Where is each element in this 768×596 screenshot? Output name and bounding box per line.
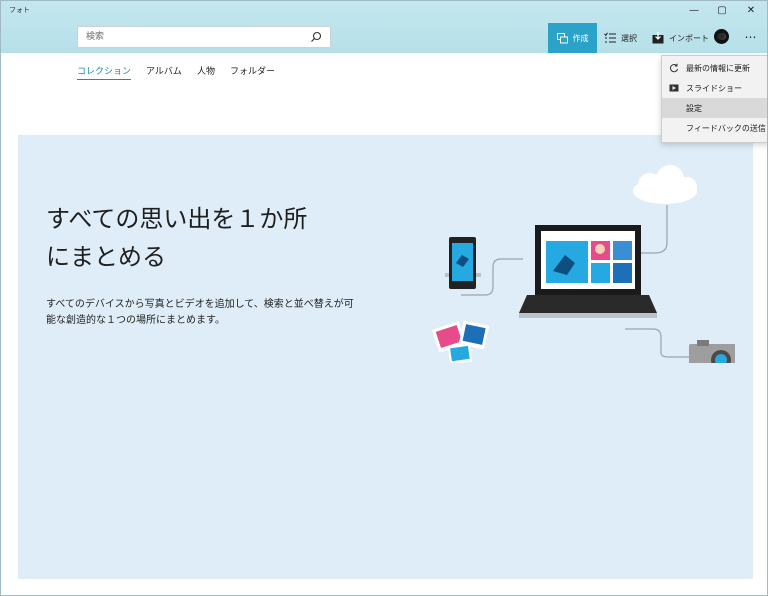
checklist-icon bbox=[604, 32, 616, 43]
more-options-menu: 最新の情報に更新 スライドショー 設定 フィードバックの送信 bbox=[661, 55, 767, 143]
cloud-icon bbox=[633, 165, 697, 204]
tab-albums[interactable]: アルバム bbox=[146, 64, 182, 80]
app-title: フォト bbox=[9, 6, 30, 14]
hero-description-line-2: 能な創造的な１つの場所にまとめます。 bbox=[46, 315, 225, 326]
menu-item-slideshow[interactable]: スライドショー bbox=[662, 78, 767, 98]
phone-icon bbox=[445, 237, 481, 289]
create-button[interactable]: 作成 bbox=[548, 23, 597, 53]
avatar[interactable] bbox=[714, 29, 729, 44]
search-input[interactable] bbox=[86, 30, 296, 44]
hero-title-line-2: にまとめる bbox=[46, 243, 166, 271]
import-button[interactable]: インポート bbox=[652, 23, 709, 53]
import-icon bbox=[652, 32, 664, 44]
devices-illustration bbox=[431, 165, 735, 363]
menu-item-label: 最新の情報に更新 bbox=[686, 64, 750, 73]
close-button[interactable]: ✕ bbox=[737, 3, 765, 19]
welcome-hero: すべての思い出を１か所 にまとめる すべてのデバイスから写真とビデオを追加して、… bbox=[18, 135, 753, 579]
hero-description: すべてのデバイスから写真とビデオを追加して、検索と並べ替えが可 能な創造的な１つ… bbox=[46, 297, 361, 329]
create-icon bbox=[556, 32, 568, 43]
menu-item-settings[interactable]: 設定 bbox=[662, 98, 767, 118]
hero-title-line-1: すべての思い出を１か所 bbox=[46, 205, 308, 233]
select-button[interactable]: 選択 bbox=[604, 23, 637, 53]
hero-description-line-1: すべてのデバイスから写真とビデオを追加して、検索と並べ替えが可 bbox=[46, 299, 354, 310]
more-options-button[interactable]: … bbox=[739, 28, 763, 45]
refresh-icon bbox=[670, 63, 679, 73]
tab-people[interactable]: 人物 bbox=[197, 64, 215, 80]
camera-icon bbox=[689, 340, 735, 363]
select-label: 選択 bbox=[621, 33, 637, 43]
hero-title: すべての思い出を１か所 にまとめる bbox=[46, 200, 366, 276]
menu-item-label: スライドショー bbox=[686, 84, 742, 93]
tab-collection[interactable]: コレクション bbox=[77, 64, 132, 80]
slideshow-icon bbox=[669, 84, 679, 92]
photo-prints-icon bbox=[431, 320, 490, 363]
collection-tabs: コレクション アルバム 人物 フォルダー bbox=[77, 64, 275, 80]
maximize-button[interactable]: ▢ bbox=[708, 3, 736, 19]
search-box[interactable] bbox=[77, 26, 331, 48]
title-bar: フォト — ▢ ✕ 作成 bbox=[1, 1, 767, 53]
import-label: インポート bbox=[669, 33, 709, 43]
tab-folders[interactable]: フォルダー bbox=[230, 64, 275, 80]
minimize-button[interactable]: — bbox=[680, 3, 708, 19]
menu-item-label: フィードバックの送信 bbox=[686, 124, 766, 133]
laptop-icon bbox=[519, 225, 657, 318]
search-icon[interactable] bbox=[310, 31, 322, 43]
photos-window: フォト — ▢ ✕ 作成 bbox=[0, 0, 768, 596]
create-label: 作成 bbox=[572, 33, 589, 43]
menu-item-send-feedback[interactable]: フィードバックの送信 bbox=[662, 118, 767, 138]
menu-item-refresh[interactable]: 最新の情報に更新 bbox=[662, 58, 767, 78]
menu-item-label: 設定 bbox=[686, 104, 702, 113]
